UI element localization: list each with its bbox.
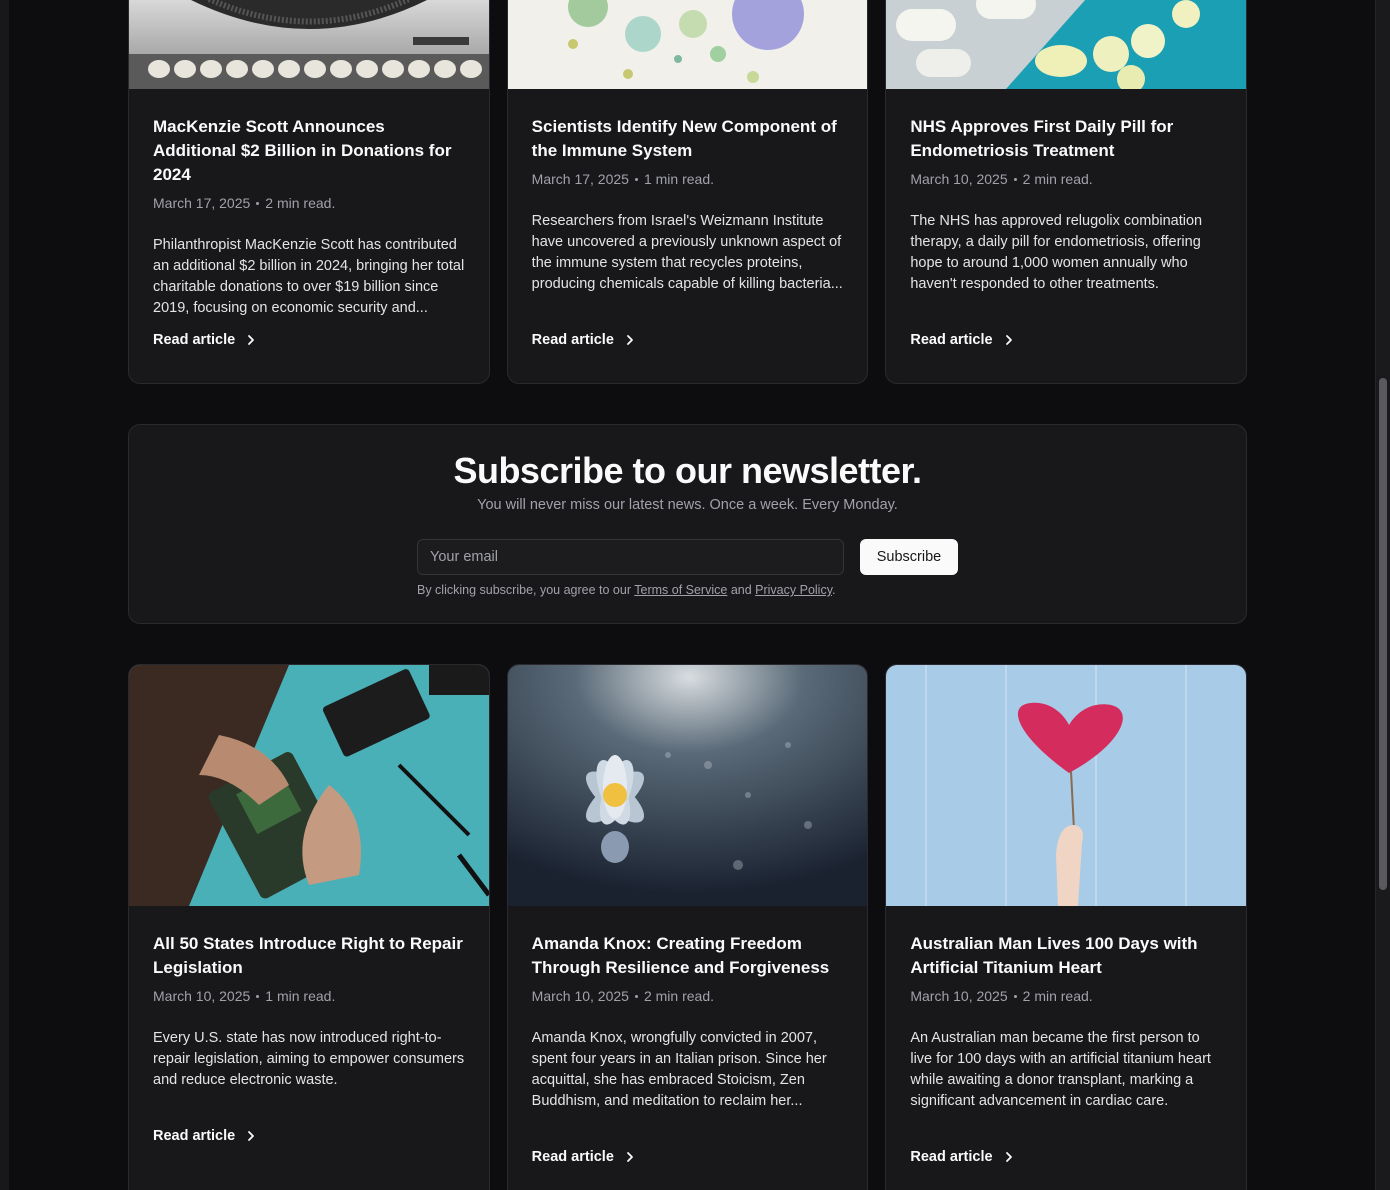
article-grid-bottom: All 50 States Introduce Right to Repair … — [128, 664, 1248, 1190]
article-excerpt: An Australian man became the first perso… — [910, 1030, 1211, 1109]
article-image-paper-heart[interactable] — [886, 665, 1247, 906]
read-article-label: Read article — [531, 332, 614, 348]
article-excerpt: Philanthropist MacKenzie Scott has contr… — [153, 237, 465, 316]
newsletter-subtitle: You will never miss our latest news. Onc… — [477, 497, 898, 513]
article-card[interactable]: Scientists Identify New Component of the… — [506, 0, 869, 384]
article-card[interactable]: NHS Approves First Daily Pill for Endome… — [885, 0, 1248, 384]
article-read-time: 2 min read. — [643, 988, 715, 1004]
chevron-right-icon — [626, 335, 633, 345]
article-title[interactable]: Australian Man Lives 100 Days with Artif… — [910, 932, 1222, 980]
article-title[interactable]: NHS Approves First Daily Pill for Endome… — [910, 115, 1222, 163]
article-image-pills[interactable] — [886, 0, 1247, 89]
article-date: March 10, 2025 — [910, 988, 1008, 1004]
legal-and: and — [727, 583, 756, 597]
article-title[interactable]: Amanda Knox: Creating Freedom Through Re… — [532, 932, 844, 980]
article-title[interactable]: All 50 States Introduce Right to Repair … — [153, 932, 465, 980]
newsletter-section: Subscribe to our newsletter. You will ne… — [128, 424, 1247, 624]
article-meta: March 17, 2025 1 min read. — [532, 171, 844, 187]
chevron-right-icon — [626, 1152, 633, 1162]
meta-separator-dot — [634, 177, 638, 181]
meta-separator-dot — [1013, 177, 1017, 181]
read-article-link[interactable]: Read article — [153, 332, 257, 348]
read-article-link[interactable]: Read article — [910, 1149, 1014, 1165]
article-read-time: 2 min read. — [1022, 171, 1093, 187]
article-date: March 10, 2025 — [910, 171, 1008, 187]
article-image-lotus[interactable] — [507, 665, 868, 906]
article-meta: March 10, 2025 2 min read. — [532, 988, 844, 1004]
legal-prefix: By clicking subscribe, you agree to our — [417, 583, 635, 597]
article-title[interactable]: MacKenzie Scott Announces Additional $2 … — [153, 115, 465, 187]
legal-suffix: . — [832, 583, 836, 597]
article-date: March 10, 2025 — [153, 988, 251, 1004]
article-read-time: 1 min read. — [265, 988, 336, 1004]
email-input[interactable] — [417, 539, 844, 575]
left-gutter — [0, 0, 9, 1190]
meta-separator-dot — [256, 994, 260, 998]
read-article-label: Read article — [531, 1149, 614, 1165]
read-article-label: Read article — [153, 1128, 236, 1144]
terms-of-service-link[interactable]: Terms of Service — [634, 583, 727, 597]
read-article-label: Read article — [910, 332, 993, 348]
article-card[interactable]: MacKenzie Scott Announces Additional $2 … — [128, 0, 490, 384]
article-image-phone-repair[interactable] — [129, 665, 489, 906]
article-grid-top: MacKenzie Scott Announces Additional $2 … — [128, 0, 1248, 384]
read-article-label: Read article — [910, 1149, 993, 1165]
article-read-time: 2 min read. — [265, 195, 336, 211]
meta-separator-dot — [634, 994, 638, 998]
article-excerpt: Researchers from Israel's Weizmann Insti… — [531, 213, 843, 292]
article-meta: March 10, 2025 1 min read. — [153, 988, 465, 1004]
scrollbar[interactable] — [1375, 0, 1390, 1190]
chevron-right-icon — [1005, 335, 1012, 345]
article-card[interactable]: Amanda Knox: Creating Freedom Through Re… — [506, 664, 869, 1190]
scrollbar-thumb[interactable] — [1379, 378, 1387, 890]
article-date: March 10, 2025 — [531, 988, 629, 1004]
article-meta: March 10, 2025 2 min read. — [910, 988, 1222, 1004]
article-meta: March 17, 2025 2 min read. — [153, 195, 465, 211]
meta-separator-dot — [256, 201, 260, 205]
article-read-time: 1 min read. — [643, 171, 715, 187]
article-title[interactable]: Scientists Identify New Component of the… — [532, 115, 844, 163]
article-image-typewriter[interactable] — [129, 0, 489, 89]
article-excerpt: The NHS has approved relugolix combinati… — [910, 213, 1203, 292]
subscribe-button[interactable]: Subscribe — [860, 539, 958, 575]
page: MacKenzie Scott Announces Additional $2 … — [0, 0, 1390, 1190]
newsletter-title: Subscribe to our newsletter. — [453, 450, 922, 491]
privacy-policy-link[interactable]: Privacy Policy — [755, 583, 832, 597]
meta-separator-dot — [1013, 994, 1017, 998]
article-excerpt: Every U.S. state has now introduced righ… — [153, 1030, 465, 1088]
article-date: March 17, 2025 — [153, 195, 251, 211]
chevron-right-icon — [248, 335, 255, 345]
read-article-link[interactable]: Read article — [910, 332, 1014, 348]
article-date: March 17, 2025 — [531, 171, 629, 187]
read-article-link[interactable]: Read article — [532, 1149, 636, 1165]
chevron-right-icon — [248, 1131, 255, 1141]
article-meta: March 10, 2025 2 min read. — [910, 171, 1222, 187]
read-article-link[interactable]: Read article — [153, 1128, 257, 1144]
article-image-virus[interactable] — [507, 0, 868, 89]
article-card[interactable]: Australian Man Lives 100 Days with Artif… — [885, 664, 1248, 1190]
article-card[interactable]: All 50 States Introduce Right to Repair … — [128, 664, 490, 1190]
article-excerpt: Amanda Knox, wrongfully convicted in 200… — [531, 1030, 827, 1109]
chevron-right-icon — [1005, 1152, 1012, 1162]
read-article-label: Read article — [153, 332, 236, 348]
newsletter-legal-text: By clicking subscribe, you agree to our … — [417, 583, 836, 597]
article-read-time: 2 min read. — [1022, 988, 1093, 1004]
read-article-link[interactable]: Read article — [532, 332, 636, 348]
